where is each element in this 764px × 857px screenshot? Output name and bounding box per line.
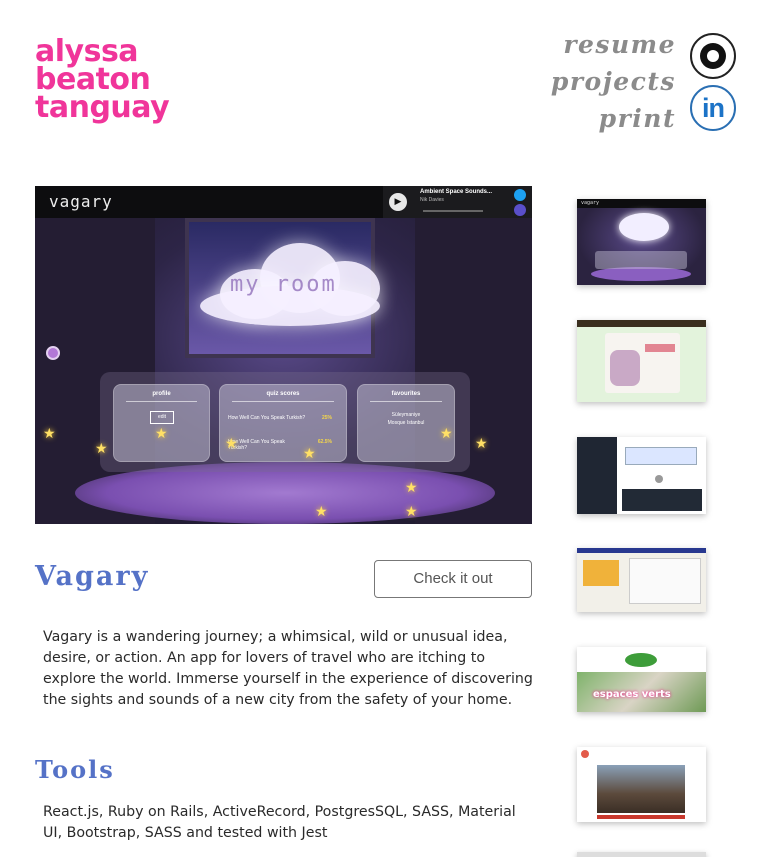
tools-heading: Tools bbox=[35, 755, 115, 784]
star-icon: ★ bbox=[225, 436, 238, 452]
project-thumbnail-6[interactable] bbox=[577, 747, 706, 822]
favourites-card: favourites Süleymaniye Mosque Istanbul bbox=[357, 384, 455, 462]
quiz-row-score: 25% bbox=[321, 415, 332, 421]
thumbnail-label: vagary bbox=[581, 200, 600, 206]
star-icon: ★ bbox=[303, 446, 316, 462]
star-icon: ★ bbox=[405, 480, 418, 496]
nav-projects[interactable]: projects bbox=[551, 63, 676, 100]
check-it-out-button[interactable]: Check it out bbox=[374, 560, 532, 598]
nav-resume[interactable]: resume bbox=[551, 26, 676, 63]
star-icon: ★ bbox=[95, 441, 108, 457]
project-thumbnail-7[interactable] bbox=[577, 852, 706, 857]
nav-print[interactable]: print bbox=[551, 100, 676, 137]
star-icon: ★ bbox=[155, 426, 168, 442]
github-icon bbox=[700, 43, 726, 69]
favourite-item: Süleymaniye Mosque Istanbul bbox=[387, 412, 425, 426]
project-description: Vagary is a wandering journey; a whimsic… bbox=[43, 629, 533, 708]
star-icon: ★ bbox=[475, 436, 488, 452]
logo-line-3: tanguay bbox=[35, 90, 170, 125]
track-title: Ambient Space Sounds... bbox=[420, 189, 493, 195]
project-thumbnail-espaces-verts[interactable]: espaces verts bbox=[577, 647, 706, 712]
facebook-icon bbox=[514, 204, 526, 216]
quiz-row-label: How Well Can You Speak Turkish? bbox=[228, 415, 306, 421]
linkedin-link[interactable]: in bbox=[690, 85, 736, 131]
quiz-row-score: 62.5% bbox=[317, 439, 332, 445]
music-player: ▶ Ambient Space Sounds... Nik Davies bbox=[383, 186, 532, 218]
main-nav: resume projects print bbox=[551, 26, 676, 137]
github-link[interactable] bbox=[690, 33, 736, 79]
profile-card: profile edit bbox=[113, 384, 210, 462]
compass-icon bbox=[46, 346, 60, 360]
star-icon: ★ bbox=[405, 504, 418, 520]
thumbnail-label: espaces verts bbox=[593, 689, 671, 700]
linkedin-icon: in bbox=[702, 92, 725, 123]
star-icon: ★ bbox=[43, 426, 56, 442]
project-thumbnail-3[interactable] bbox=[577, 437, 706, 514]
star-icon: ★ bbox=[315, 504, 328, 520]
card-title: profile bbox=[152, 391, 171, 397]
quiz-scores-card: quiz scores How Well Can You Speak Turki… bbox=[219, 384, 347, 462]
project-thumbnail-vagary[interactable]: vagary bbox=[577, 199, 706, 285]
card-title: favourites bbox=[391, 391, 421, 397]
card-title: quiz scores bbox=[266, 391, 300, 397]
star-icon: ★ bbox=[440, 426, 453, 442]
play-icon: ▶ bbox=[389, 193, 407, 211]
tools-list: React.js, Ruby on Rails, ActiveRecord, P… bbox=[43, 804, 516, 841]
track-progress bbox=[423, 210, 483, 212]
project-thumbnail-4[interactable] bbox=[577, 548, 706, 612]
project-title: Vagary bbox=[35, 561, 150, 592]
site-logo[interactable]: alyssa beaton tanguay bbox=[35, 37, 185, 125]
quiz-row-label: How Well Can You Speak Turkish? bbox=[228, 439, 285, 451]
twitter-icon bbox=[514, 189, 526, 201]
room-label: my room bbox=[230, 272, 337, 297]
project-screenshot: my room vagary ▶ Ambient Space Sounds...… bbox=[35, 186, 532, 524]
edit-button: edit bbox=[150, 411, 174, 424]
app-name: vagary bbox=[49, 192, 113, 211]
project-thumbnail-2[interactable] bbox=[577, 320, 706, 402]
track-artist: Nik Davies bbox=[420, 197, 444, 203]
